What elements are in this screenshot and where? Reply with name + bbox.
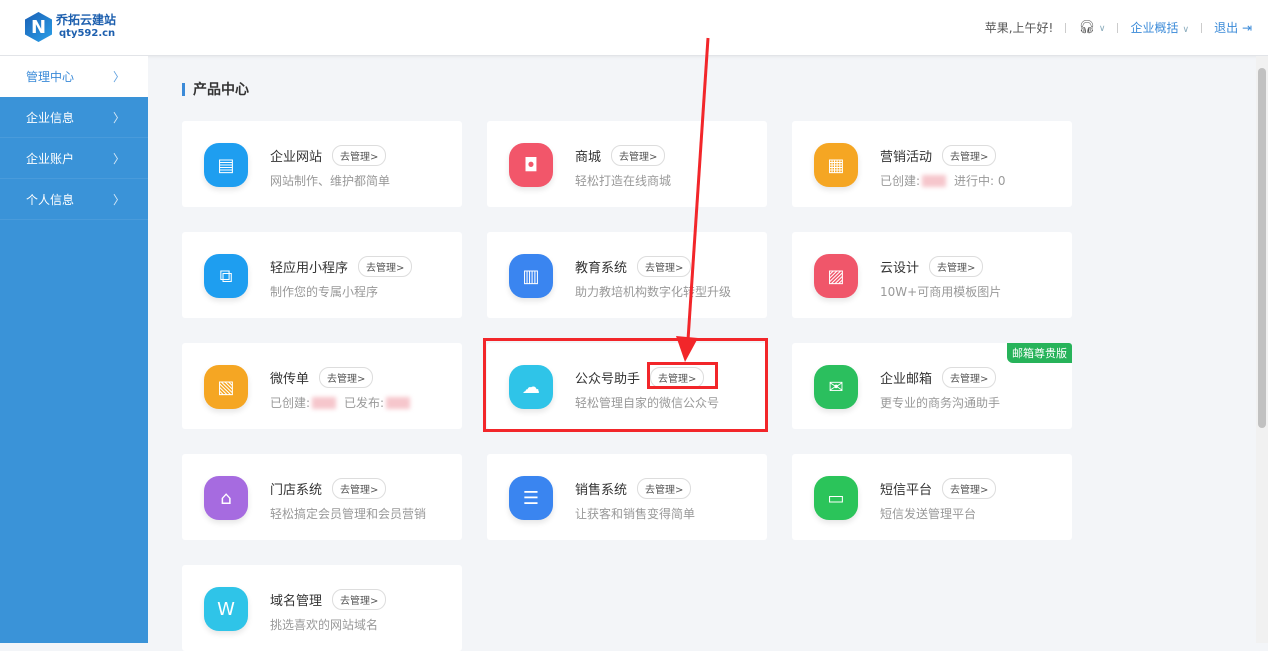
annotation-arrow [0, 0, 1268, 643]
